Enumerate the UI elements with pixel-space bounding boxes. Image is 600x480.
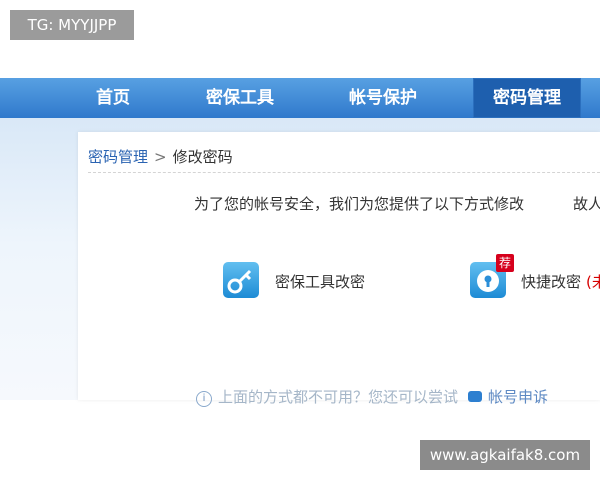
nav-account-protection[interactable]: 帐号保护 — [333, 78, 433, 118]
nav-home[interactable]: 首页 — [78, 78, 148, 118]
breadcrumb-separator: > — [154, 148, 167, 166]
nav-security-tools[interactable]: 密保工具 — [190, 78, 290, 118]
option-security-tool-change[interactable]: 密保工具改密 — [275, 271, 365, 292]
breadcrumb: 密码管理 > 修改密码 — [88, 146, 233, 167]
intro-extra-text: 故人 — [573, 195, 600, 213]
account-appeal-link[interactable]: 帐号申诉 — [488, 388, 548, 406]
chat-bubble-icon — [468, 391, 483, 402]
tg-badge: TG: MYYJJPP — [10, 10, 134, 40]
intro-text: 为了您的帐号安全，我们为您提供了以下方式修改 — [194, 195, 525, 213]
top-nav-bar: 首页 密保工具 帐号保护 密码管理 — [0, 78, 600, 119]
key-icon[interactable] — [223, 262, 259, 298]
breadcrumb-current: 修改密码 — [172, 148, 233, 166]
divider — [88, 172, 600, 173]
recommended-badge: 荐 — [496, 254, 514, 272]
option-quick-change-note: (未 — [586, 273, 600, 291]
info-icon: i — [196, 391, 212, 407]
option-quick-change[interactable]: 快捷改密 — [521, 271, 581, 292]
help-row: i 上面的方式都不可用？您还可以尝试 帐号申诉 — [196, 386, 548, 407]
nav-password-management[interactable]: 密码管理 — [473, 78, 581, 118]
breadcrumb-parent-link[interactable]: 密码管理 — [88, 148, 148, 166]
help-text: 上面的方式都不可用？您还可以尝试 — [218, 388, 459, 406]
watermark: www.agkaifak8.com — [420, 440, 590, 470]
